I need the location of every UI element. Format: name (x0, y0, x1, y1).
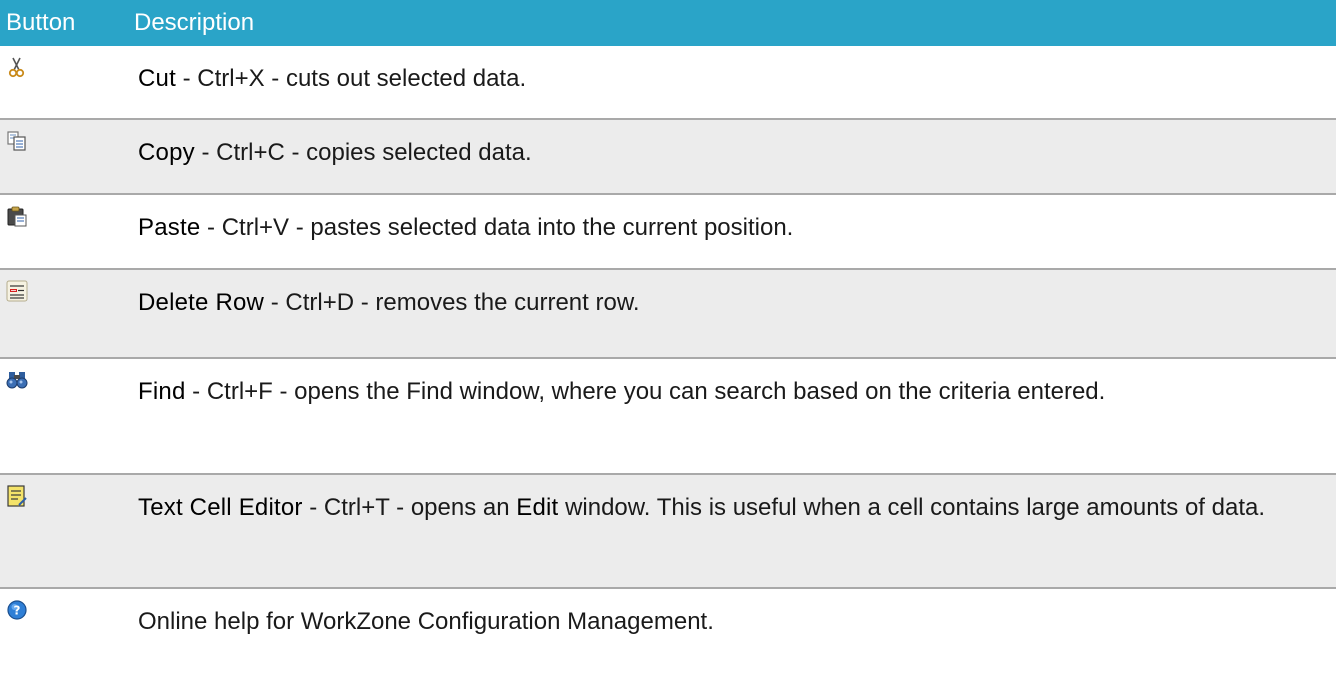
table-row: Text Cell Editor - Ctrl+T - opens an Edi… (0, 475, 1336, 589)
button-description: - Ctrl+V - pastes selected data into the… (200, 214, 794, 241)
button-name: Find (138, 378, 186, 405)
button-name: Text Cell Editor (138, 494, 303, 521)
copy-icon[interactable] (6, 130, 28, 152)
text-editor-icon[interactable] (6, 485, 28, 507)
table-row: Find - Ctrl+F - opens the Find window, w… (0, 359, 1336, 475)
button-description: - Ctrl+F - opens the Find window, where … (185, 378, 1106, 405)
edit-window-name: Edit (516, 494, 559, 521)
row-description: Find - Ctrl+F - opens the Find window, w… (138, 359, 1336, 473)
button-name: Paste (138, 214, 201, 241)
button-description-part-2: window. This is useful when a cell conta… (558, 494, 1266, 521)
row-description: Delete Row - Ctrl+D - removes the curren… (138, 270, 1336, 357)
button-description-part-1: - Ctrl+T - opens an (302, 494, 517, 521)
button-description: - Ctrl+X - cuts out selected data. (175, 65, 527, 92)
row-description: Text Cell Editor - Ctrl+T - opens an Edi… (138, 475, 1336, 587)
header-button-label: Button (6, 9, 76, 36)
delete-row-icon[interactable] (6, 280, 28, 302)
row-description: Online help for WorkZone Configuration M… (138, 589, 1336, 681)
row-description: Cut - Ctrl+X - cuts out selected data. (138, 46, 1336, 118)
table-row: Paste - Ctrl+V - pastes selected data in… (0, 195, 1336, 270)
table-row: ? Online help for WorkZone Configuration… (0, 589, 1336, 681)
table-row: Cut - Ctrl+X - cuts out selected data. (0, 46, 1336, 120)
button-description: - Ctrl+D - removes the current row. (264, 289, 640, 316)
header-description-label: Description (134, 9, 255, 36)
button-name: Cut (138, 65, 176, 92)
help-icon[interactable]: ? (6, 599, 28, 621)
binoculars-icon[interactable] (6, 369, 28, 391)
shortcut-table: Button Description Cut - Ctrl+X - cuts o… (0, 0, 1336, 681)
button-name: Copy (138, 139, 195, 166)
button-description: Online help for WorkZone Configuration M… (138, 608, 714, 635)
scissors-icon[interactable] (6, 56, 28, 78)
button-name: Delete Row (138, 289, 265, 316)
button-description: - Ctrl+C - copies selected data. (194, 139, 532, 166)
row-description: Copy - Ctrl+C - copies selected data. (138, 120, 1336, 193)
paste-icon[interactable] (6, 205, 28, 227)
table-header: Button Description (0, 0, 1336, 46)
table-row: Delete Row - Ctrl+D - removes the curren… (0, 270, 1336, 359)
table-row: Copy - Ctrl+C - copies selected data. (0, 120, 1336, 195)
row-description: Paste - Ctrl+V - pastes selected data in… (138, 195, 1336, 268)
svg-text:?: ? (14, 604, 21, 618)
